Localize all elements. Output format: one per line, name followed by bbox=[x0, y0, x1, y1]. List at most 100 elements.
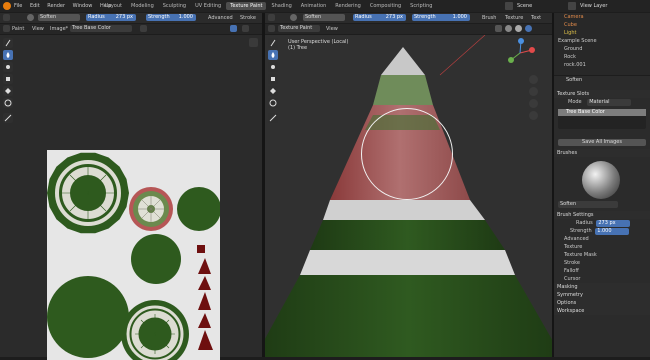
radius-field[interactable]: Radius 273 px bbox=[86, 14, 136, 21]
outliner-item-ground[interactable]: Ground bbox=[554, 45, 650, 53]
tab-layout[interactable]: Layout bbox=[101, 2, 126, 10]
shading-rendered-icon[interactable] bbox=[525, 25, 532, 32]
options-header[interactable]: Options bbox=[554, 299, 650, 307]
brush-menu[interactable]: Brush bbox=[482, 15, 496, 21]
shading-material-icon[interactable] bbox=[515, 25, 522, 32]
outliner-item-rock-001[interactable]: rock.001 bbox=[554, 61, 650, 69]
strength-value[interactable]: 1.000 bbox=[595, 228, 630, 235]
ortho-toggle-icon[interactable] bbox=[529, 111, 538, 120]
subpanel-texture[interactable]: Texture bbox=[554, 243, 650, 251]
soften-tool[interactable] bbox=[3, 50, 13, 60]
brush-preview-sphere[interactable] bbox=[582, 161, 620, 199]
outliner-item-rock[interactable]: Rock bbox=[554, 53, 650, 61]
fill-tool[interactable] bbox=[268, 86, 278, 96]
radius-value[interactable]: 273 px bbox=[596, 220, 631, 227]
tab-modeling[interactable]: Modeling bbox=[127, 2, 158, 10]
blender-logo-icon[interactable] bbox=[3, 2, 11, 10]
stroke-menu[interactable]: Stroke bbox=[240, 15, 256, 21]
menu-render[interactable]: Render bbox=[47, 3, 65, 9]
draw-tool[interactable] bbox=[268, 38, 278, 48]
text-menu[interactable]: Text bbox=[531, 15, 541, 21]
close-image-icon[interactable] bbox=[140, 25, 147, 32]
mask-tool[interactable] bbox=[3, 98, 13, 108]
tab-texture-paint[interactable]: Texture Paint bbox=[226, 2, 267, 10]
view-layer-name[interactable]: View Layer bbox=[580, 3, 607, 9]
mask-tool[interactable] bbox=[268, 98, 278, 108]
sidebar-toggle-icon[interactable] bbox=[249, 38, 258, 47]
fill-tool[interactable] bbox=[3, 86, 13, 96]
image-name-field[interactable]: Tree Base Color bbox=[70, 25, 132, 32]
menu-file[interactable]: File bbox=[14, 3, 22, 9]
brush-name-field[interactable]: Soften bbox=[38, 14, 80, 21]
menu-edit[interactable]: Edit bbox=[30, 3, 40, 9]
texture-slot-list[interactable]: Tree Base Color bbox=[558, 109, 646, 129]
tab-scripting[interactable]: Scripting bbox=[406, 2, 436, 10]
smear-tool[interactable] bbox=[268, 62, 278, 72]
menu-window[interactable]: Window bbox=[73, 3, 93, 9]
advanced-menu[interactable]: Advanced bbox=[208, 15, 233, 21]
smear-tool[interactable] bbox=[3, 62, 13, 72]
options-icon[interactable] bbox=[242, 25, 249, 32]
shading-solid-icon[interactable] bbox=[505, 25, 512, 32]
view-menu[interactable]: View bbox=[326, 26, 338, 32]
tab-sculpting[interactable]: Sculpting bbox=[159, 2, 190, 10]
brush-name-field[interactable]: Soften bbox=[303, 14, 345, 21]
tab-rendering[interactable]: Rendering bbox=[331, 2, 365, 10]
display-channels-icon[interactable] bbox=[230, 25, 237, 32]
brush-settings-header[interactable]: Brush Settings bbox=[554, 211, 650, 219]
clone-tool[interactable] bbox=[3, 74, 13, 84]
overlay-icon[interactable] bbox=[495, 25, 502, 32]
pan-icon[interactable] bbox=[529, 87, 538, 96]
subpanel-texture-mask[interactable]: Texture Mask bbox=[554, 251, 650, 259]
editor-type-icon[interactable] bbox=[268, 25, 275, 32]
workspace-header[interactable]: Workspace bbox=[554, 307, 650, 315]
tab-uv-editing[interactable]: UV Editing bbox=[191, 2, 225, 10]
subpanel-advanced[interactable]: Advanced bbox=[554, 235, 650, 243]
annotate-tool[interactable] bbox=[268, 113, 278, 123]
masking-header[interactable]: Masking bbox=[554, 283, 650, 291]
strength-field[interactable]: Strength 1.000 bbox=[146, 14, 196, 21]
subpanel-cursor[interactable]: Cursor bbox=[554, 275, 650, 283]
brush-icon[interactable] bbox=[290, 14, 297, 21]
brush-icon[interactable] bbox=[27, 14, 34, 21]
image-editor-canvas[interactable] bbox=[0, 35, 262, 360]
camera-view-icon[interactable] bbox=[529, 99, 538, 108]
draw-tool[interactable] bbox=[3, 38, 13, 48]
symmetry-header[interactable]: Symmetry bbox=[554, 291, 650, 299]
mode-menu[interactable]: Paint bbox=[12, 26, 24, 32]
zoom-icon[interactable] bbox=[529, 75, 538, 84]
scene-icon[interactable] bbox=[505, 2, 513, 10]
save-all-images-button[interactable]: Save All Images bbox=[558, 139, 646, 146]
outliner-item-light[interactable]: Light bbox=[554, 29, 650, 37]
outliner-item-example-scene[interactable]: Example Scene bbox=[554, 37, 650, 45]
tab-compositing[interactable]: Compositing bbox=[366, 2, 405, 10]
view-menu[interactable]: View bbox=[32, 26, 44, 32]
clone-tool[interactable] bbox=[268, 74, 278, 84]
mode-dropdown[interactable]: Texture Paint bbox=[278, 25, 320, 32]
annotate-tool[interactable] bbox=[3, 113, 13, 123]
strength-field[interactable]: Strength 1.000 bbox=[412, 14, 470, 21]
subpanel-stroke[interactable]: Stroke bbox=[554, 259, 650, 267]
strength-value: 1.000 bbox=[452, 14, 467, 20]
image-menu[interactable]: Image* bbox=[50, 26, 68, 32]
soften-tool[interactable] bbox=[268, 50, 278, 60]
editor-type-icon[interactable] bbox=[268, 14, 275, 21]
viewport-canvas[interactable]: User Perspective (Local) (1) Tree bbox=[265, 35, 552, 357]
outliner-item-camera[interactable]: Camera bbox=[554, 13, 650, 21]
texture-menu[interactable]: Texture bbox=[505, 15, 523, 21]
texture-slot-item[interactable]: Tree Base Color bbox=[558, 109, 646, 116]
subpanel-falloff[interactable]: Falloff bbox=[554, 267, 650, 275]
outliner-item-cube[interactable]: Cube bbox=[554, 21, 650, 29]
brushes-header[interactable]: Brushes bbox=[554, 149, 650, 157]
editor-type-icon[interactable] bbox=[3, 14, 10, 21]
texture-slots-header[interactable]: Texture Slots bbox=[554, 90, 650, 98]
navigation-gizmo[interactable] bbox=[505, 38, 535, 68]
brush-name-field[interactable]: Soften bbox=[558, 201, 618, 208]
scene-name[interactable]: Scene bbox=[517, 3, 532, 9]
tab-animation[interactable]: Animation bbox=[297, 2, 331, 10]
view-layer-icon[interactable] bbox=[568, 2, 576, 10]
tab-shading[interactable]: Shading bbox=[267, 2, 295, 10]
editor-type-icon[interactable] bbox=[3, 25, 10, 32]
mode-dropdown[interactable]: Material bbox=[587, 99, 632, 106]
radius-field[interactable]: Radius 273 px bbox=[353, 14, 406, 21]
